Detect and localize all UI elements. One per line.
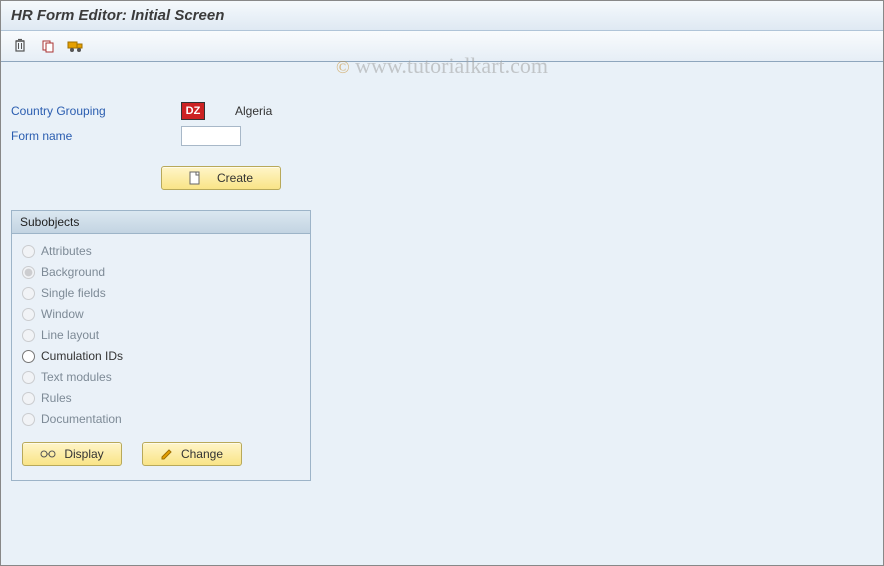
subobject-radio-input [22, 308, 35, 321]
form-name-input[interactable] [181, 126, 241, 146]
subobject-radio[interactable]: Line layout [22, 328, 300, 342]
subobject-radio[interactable]: Window [22, 307, 300, 321]
subobject-radio[interactable]: Background [22, 265, 300, 279]
transport-icon[interactable] [67, 37, 85, 55]
country-grouping-row: Country Grouping DZ Algeria [11, 102, 873, 120]
subobject-radio-input[interactable] [22, 350, 35, 363]
subobjects-group: Subobjects Attributes Background Single fi… [11, 210, 311, 481]
subobject-radio-label: Cumulation IDs [41, 349, 123, 363]
subobject-radio-label: Window [41, 307, 84, 321]
form-name-row: Form name [11, 126, 873, 146]
subobject-radio[interactable]: Attributes [22, 244, 300, 258]
subobject-radio[interactable]: Documentation [22, 412, 300, 426]
document-icon [189, 171, 201, 185]
subobject-radio-input [22, 413, 35, 426]
country-name-text: Algeria [235, 104, 272, 118]
subobject-radio[interactable]: Cumulation IDs [22, 349, 300, 363]
subobject-radio-label: Rules [41, 391, 72, 405]
subobject-radio-input [22, 266, 35, 279]
subobject-radio[interactable]: Single fields [22, 286, 300, 300]
page-title: HR Form Editor: Initial Screen [1, 1, 883, 31]
subobject-radio-input [22, 392, 35, 405]
subobject-radio-input [22, 329, 35, 342]
subobject-radio[interactable]: Rules [22, 391, 300, 405]
change-button-label: Change [181, 447, 223, 461]
form-name-label: Form name [11, 129, 181, 143]
subobject-radio-input [22, 371, 35, 384]
subobject-radio-label: Documentation [41, 412, 122, 426]
subobject-radio[interactable]: Text modules [22, 370, 300, 384]
display-button[interactable]: Display [22, 442, 122, 466]
pencil-icon [161, 448, 173, 460]
subobject-radio-label: Single fields [41, 286, 106, 300]
subobject-radio-label: Background [41, 265, 105, 279]
glasses-icon [40, 449, 56, 459]
change-button[interactable]: Change [142, 442, 242, 466]
subobject-radio-label: Attributes [41, 244, 92, 258]
create-button[interactable]: Create [161, 166, 281, 190]
content-area: Country Grouping DZ Algeria Form name Cr… [1, 62, 883, 501]
display-button-label: Display [64, 447, 103, 461]
subobject-radio-label: Text modules [41, 370, 112, 384]
toolbar [1, 31, 883, 62]
subobject-radio-input [22, 245, 35, 258]
country-grouping-label: Country Grouping [11, 104, 181, 118]
subobject-radio-label: Line layout [41, 328, 99, 342]
subobject-radio-input [22, 287, 35, 300]
country-code-badge[interactable]: DZ [181, 102, 205, 120]
delete-icon[interactable] [11, 37, 29, 55]
copy-icon[interactable] [39, 37, 57, 55]
subobjects-header: Subobjects [12, 211, 310, 234]
create-button-label: Create [217, 171, 253, 185]
